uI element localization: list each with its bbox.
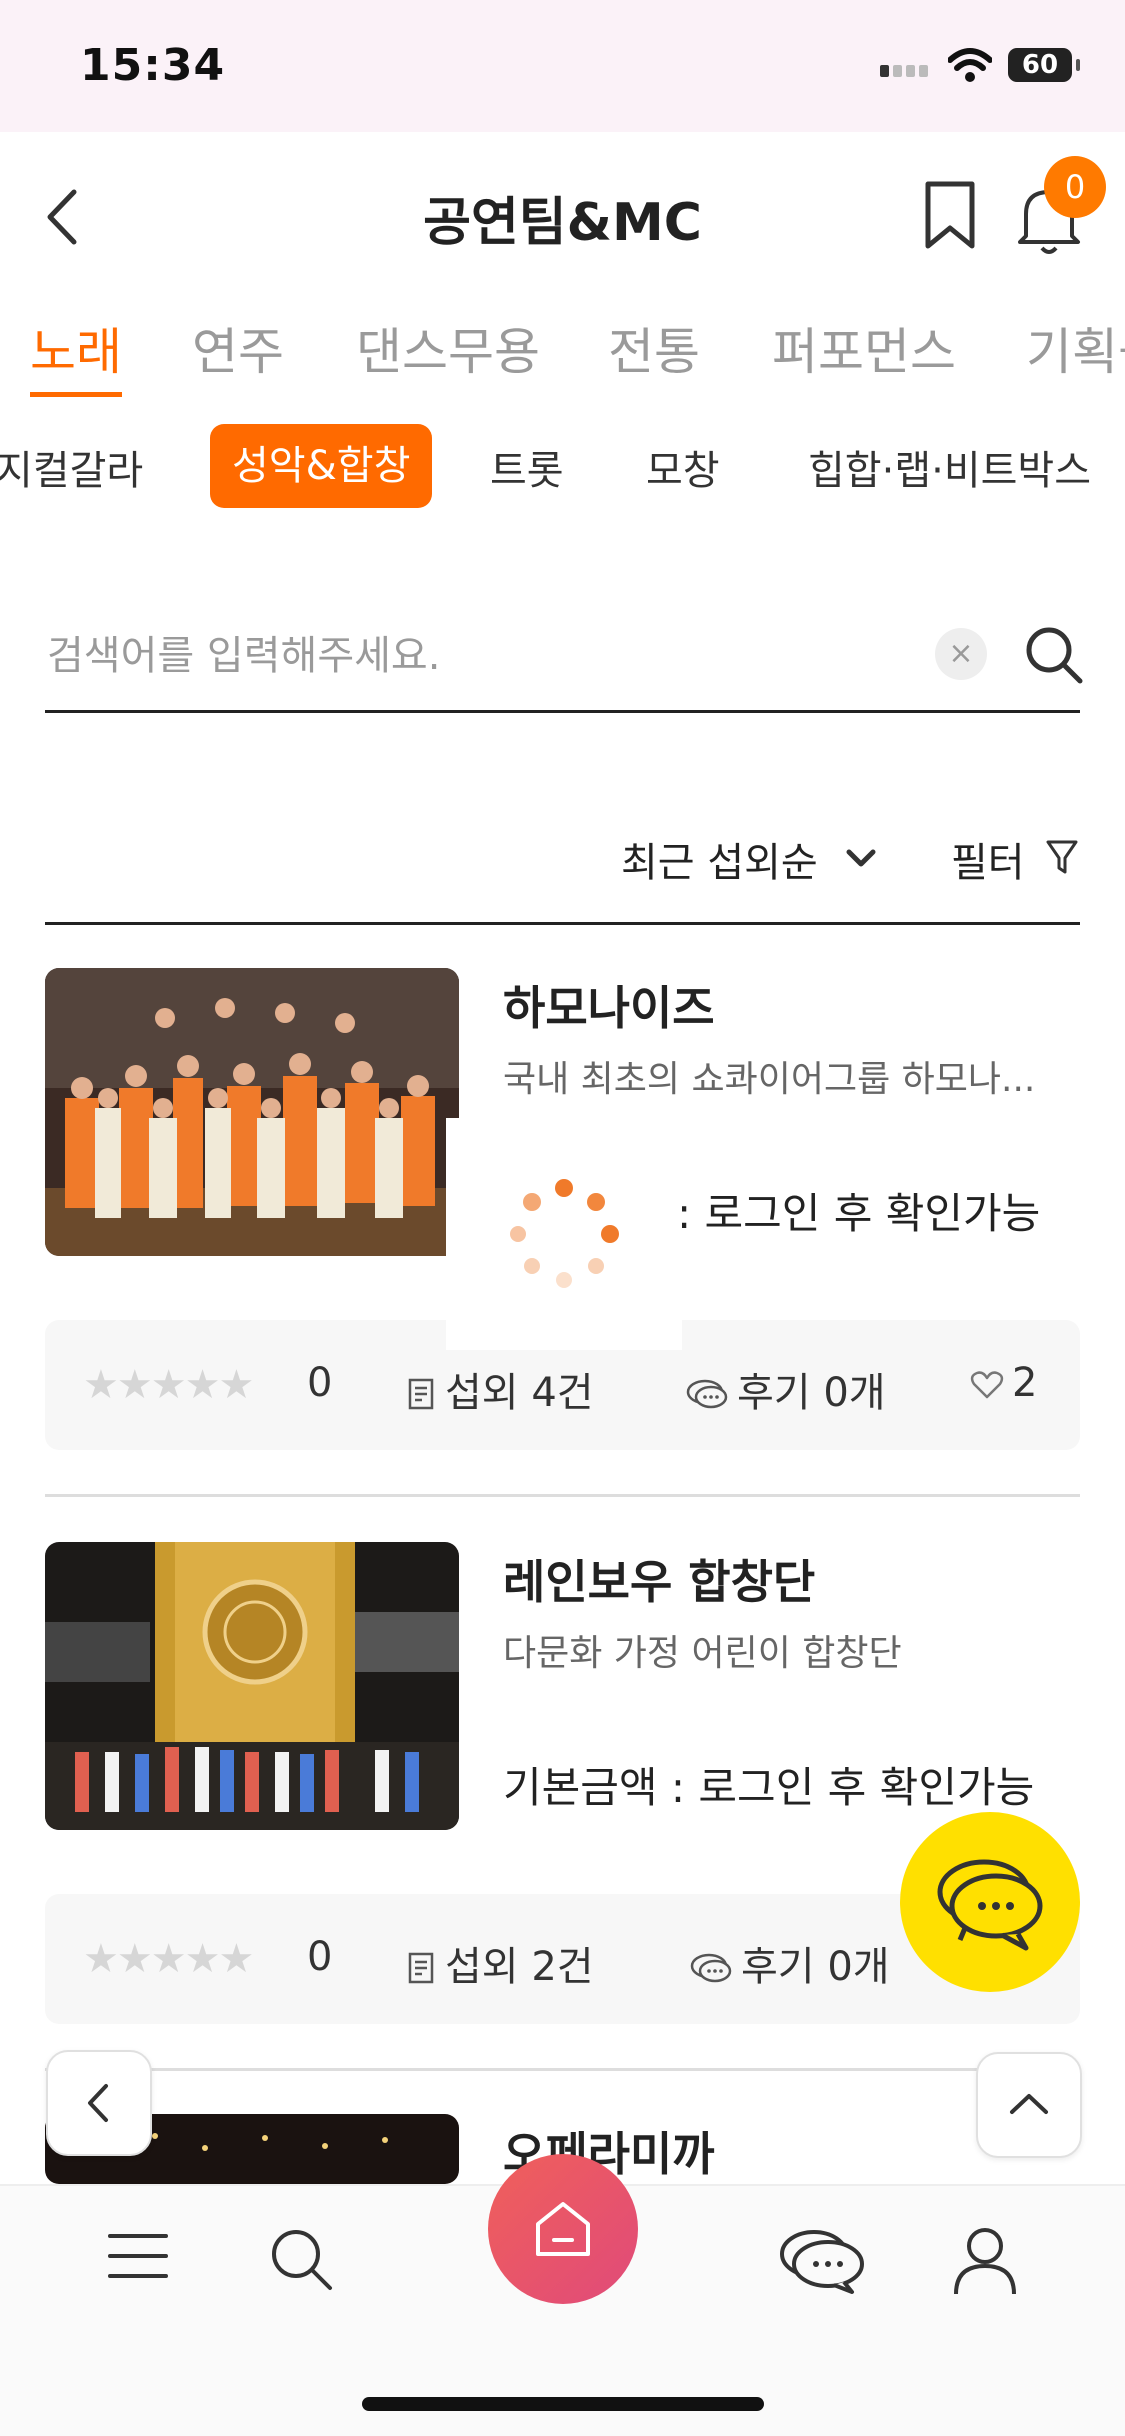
listing-title[interactable]: 레인보우 합창단 xyxy=(503,1546,815,1612)
tab-노래[interactable]: 노래 xyxy=(30,312,122,384)
chat-bubble-icon xyxy=(937,1859,1043,1951)
listing-thumbnail[interactable] xyxy=(45,1542,459,1830)
booking-count: 섭외 4건 xyxy=(407,1360,594,1418)
rating-stars: ★★★★★ xyxy=(83,1362,254,1408)
like-count-text: 2 xyxy=(1012,1360,1038,1406)
notification-badge: 0 xyxy=(1044,156,1106,218)
sub-category-tabs: 지컬갈라 성악&합창 트롯 모창 힙합·랩·비트박스 xyxy=(0,424,1125,510)
category-tabs: 노래 연주 댄스무용 전통 퍼포먼스 기획공 xyxy=(0,300,1125,400)
home-icon xyxy=(536,2202,590,2256)
listing-description: 국내 최초의 쇼콰이어그룹 하모나... xyxy=(503,1059,1036,1100)
chat-bubble-icon[interactable] xyxy=(776,2226,868,2296)
filter-button[interactable]: 필터 xyxy=(951,830,1025,888)
tab-연주[interactable]: 연주 xyxy=(192,312,284,384)
chevron-down-icon[interactable] xyxy=(845,848,877,870)
review-count: 후기 0개 xyxy=(689,1934,890,1992)
subtab-성악합창[interactable]: 성악&합창 xyxy=(210,424,433,508)
review-count-text: 후기 0개 xyxy=(741,1944,890,1990)
tab-기획공[interactable]: 기획공 xyxy=(1026,312,1125,384)
heart-icon[interactable] xyxy=(970,1370,1004,1400)
listing-title[interactable]: 하모나이즈 xyxy=(503,972,715,1038)
active-tab-indicator xyxy=(30,392,122,397)
search-bar: × xyxy=(45,600,1083,713)
rating-stars: ★★★★★ xyxy=(83,1936,254,1982)
scroll-top-button[interactable] xyxy=(976,2052,1082,2158)
battery-indicator: 60 xyxy=(1008,48,1080,82)
sort-select[interactable]: 최근 섭외순 xyxy=(621,830,818,888)
home-indicator[interactable] xyxy=(362,2397,764,2411)
document-icon xyxy=(408,1952,434,1984)
chat-bubble-icon xyxy=(690,1953,732,1983)
clear-search-button[interactable]: × xyxy=(935,628,987,680)
subtab-지컬갈라[interactable]: 지컬갈라 xyxy=(0,438,143,496)
wifi-icon xyxy=(948,48,992,82)
like-count[interactable]: 2 xyxy=(970,1360,1037,1406)
search-icon[interactable] xyxy=(268,2226,336,2294)
review-count-text: 후기 0개 xyxy=(737,1370,886,1416)
loading-spinner xyxy=(446,1118,682,1350)
signal-icon xyxy=(880,62,932,81)
listing-price: 기본금액 : 로그인 후 확인가능 xyxy=(503,1763,1035,1812)
status-bar: 15:34 60 xyxy=(0,0,1125,132)
tab-댄스무용[interactable]: 댄스무용 xyxy=(356,312,540,384)
search-icon[interactable] xyxy=(1023,624,1085,686)
listing-thumbnail[interactable] xyxy=(45,968,459,1256)
booking-count-text: 섭외 2건 xyxy=(445,1944,594,1990)
list-divider xyxy=(45,1494,1080,1497)
chat-fab-button[interactable] xyxy=(900,1812,1080,1992)
subtab-힙합랩비트박스[interactable]: 힙합·랩·비트박스 xyxy=(808,438,1091,496)
rating-value: 0 xyxy=(307,1360,333,1406)
status-time: 15:34 xyxy=(80,40,226,91)
chevron-left-icon xyxy=(88,2084,108,2122)
menu-icon[interactable] xyxy=(106,2226,170,2286)
tab-전통[interactable]: 전통 xyxy=(608,312,700,384)
booking-count-text: 섭외 4건 xyxy=(445,1370,594,1416)
document-icon xyxy=(408,1378,434,1410)
user-icon[interactable] xyxy=(952,2226,1018,2296)
sort-bar: 최근 섭외순 필터 xyxy=(45,818,1080,925)
app-header: 공연팀&MC xyxy=(0,132,1125,292)
home-button[interactable] xyxy=(488,2154,638,2304)
chat-bubble-icon xyxy=(686,1379,728,1409)
filter-icon[interactable] xyxy=(1045,838,1079,878)
search-input[interactable] xyxy=(45,620,929,692)
chevron-up-icon xyxy=(1010,2094,1048,2114)
bookmark-icon[interactable] xyxy=(920,178,980,252)
page-back-button[interactable] xyxy=(46,2050,152,2156)
home-indicator-area xyxy=(0,2334,1125,2436)
listing-price: : 로그인 후 확인가능 xyxy=(677,1189,1041,1238)
booking-count: 섭외 2건 xyxy=(407,1934,594,1992)
listing-description: 다문화 가정 어린이 합창단 xyxy=(503,1633,902,1674)
list-divider xyxy=(45,2068,1080,2071)
rating-value: 0 xyxy=(307,1934,333,1980)
subtab-모창[interactable]: 모창 xyxy=(646,438,720,496)
tab-퍼포먼스[interactable]: 퍼포먼스 xyxy=(772,312,956,384)
subtab-트롯[interactable]: 트롯 xyxy=(490,438,564,496)
review-count: 후기 0개 xyxy=(685,1360,886,1418)
